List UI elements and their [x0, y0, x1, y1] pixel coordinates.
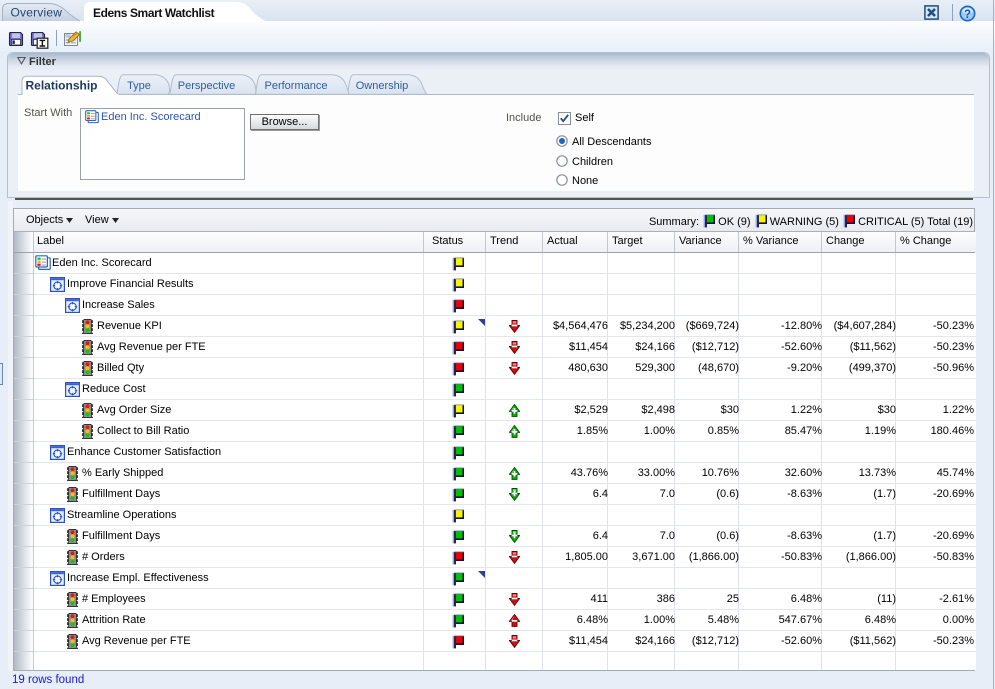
- svg-text:?: ?: [964, 9, 971, 21]
- svg-text:Type: Type: [127, 80, 151, 92]
- svg-text:Relationship: Relationship: [26, 79, 98, 93]
- svg-text:Performance: Performance: [265, 80, 328, 92]
- svg-text:Overview: Overview: [11, 6, 63, 20]
- svg-text:Ownership: Ownership: [356, 80, 409, 92]
- svg-text:Perspective: Perspective: [178, 80, 235, 92]
- svg-text:Edens Smart Watchlist: Edens Smart Watchlist: [93, 6, 215, 20]
